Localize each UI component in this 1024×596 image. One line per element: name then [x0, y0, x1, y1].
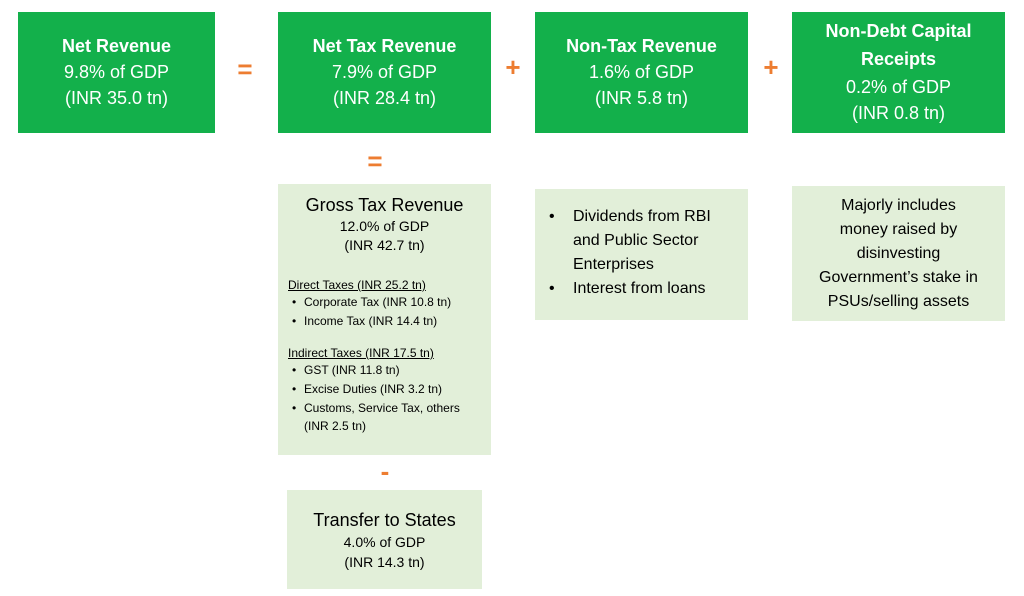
- customs-amount: (INR 2.5 tn): [304, 419, 367, 433]
- non-tax-details-list: Dividends from RBI and Public Sector Ent…: [547, 205, 740, 301]
- transfer-to-states-amount: (INR 14.3 tn): [344, 554, 425, 570]
- direct-taxes-heading: Direct Taxes (INR 25.2 tn): [288, 278, 426, 292]
- ndcr-gdp: 0.2% of GDP: [845, 77, 952, 97]
- plus-operator: +: [763, 52, 779, 82]
- net-revenue-title: Net Revenue: [61, 36, 172, 56]
- list-item: Customs, Service Tax, others: [292, 399, 481, 418]
- net-tax-revenue-box: Net Tax Revenue 7.9% of GDP (INR 28.4 tn…: [278, 12, 491, 133]
- non-tax-details-box: Dividends from RBI and Public Sector Ent…: [535, 189, 748, 320]
- direct-taxes-list: Corporate Tax (INR 10.8 tn) Income Tax (…: [288, 293, 481, 331]
- ndcr-title-line2: Receipts: [860, 49, 937, 69]
- list-item: Dividends from RBI and Public Sector Ent…: [549, 205, 740, 277]
- ndcr-title-line1: Non-Debt Capital: [825, 21, 972, 41]
- transfer-to-states-box: Transfer to States 4.0% of GDP (INR 14.3…: [287, 490, 482, 589]
- list-item: Income Tax (INR 14.4 tn): [292, 312, 481, 331]
- gross-tax-revenue-gdp: 12.0% of GDP: [339, 218, 430, 234]
- plus-operator: +: [505, 52, 521, 82]
- ndcr-detail-line: PSUs/selling assets: [827, 293, 970, 310]
- non-debt-capital-receipts-box: Non-Debt Capital Receipts 0.2% of GDP (I…: [792, 12, 1005, 133]
- non-tax-revenue-box: Non-Tax Revenue 1.6% of GDP (INR 5.8 tn): [535, 12, 748, 133]
- ndcr-detail-line: disinvesting: [856, 245, 941, 262]
- list-item: Excise Duties (INR 3.2 tn): [292, 380, 481, 399]
- net-tax-revenue-gdp: 7.9% of GDP: [331, 62, 438, 82]
- net-tax-revenue-amount: (INR 28.4 tn): [332, 88, 437, 108]
- ndcr-detail-line: Government’s stake in: [819, 269, 978, 286]
- gross-tax-revenue-title: Gross Tax Revenue: [305, 195, 464, 215]
- list-item: Corporate Tax (INR 10.8 tn): [292, 293, 481, 312]
- indirect-taxes-heading: Indirect Taxes (INR 17.5 tn): [288, 346, 434, 360]
- non-tax-revenue-gdp: 1.6% of GDP: [588, 62, 695, 82]
- indirect-taxes-list: GST (INR 11.8 tn) Excise Duties (INR 3.2…: [288, 361, 481, 418]
- net-tax-revenue-title: Net Tax Revenue: [312, 36, 457, 56]
- transfer-to-states-gdp: 4.0% of GDP: [343, 534, 426, 550]
- ndcr-details-box: Majorly includes money raised by disinve…: [792, 186, 1005, 321]
- net-revenue-box: Net Revenue 9.8% of GDP (INR 35.0 tn): [18, 12, 215, 133]
- ndcr-detail-line: Majorly includes: [841, 197, 956, 214]
- minus-operator: -: [380, 456, 390, 486]
- net-revenue-amount: (INR 35.0 tn): [64, 88, 169, 108]
- gross-tax-revenue-amount: (INR 42.7 tn): [344, 237, 425, 253]
- gross-tax-revenue-box: Gross Tax Revenue 12.0% of GDP (INR 42.7…: [278, 184, 491, 455]
- list-item: Interest from loans: [549, 277, 740, 301]
- equals-operator: =: [237, 54, 253, 84]
- ndcr-amount: (INR 0.8 tn): [851, 103, 946, 123]
- non-tax-revenue-amount: (INR 5.8 tn): [594, 88, 689, 108]
- ndcr-detail-line: money raised by: [839, 221, 958, 238]
- transfer-to-states-title: Transfer to States: [313, 510, 456, 530]
- non-tax-revenue-title: Non-Tax Revenue: [566, 36, 717, 56]
- net-revenue-gdp: 9.8% of GDP: [63, 62, 170, 82]
- list-item: GST (INR 11.8 tn): [292, 361, 481, 380]
- equals-operator: =: [367, 146, 383, 176]
